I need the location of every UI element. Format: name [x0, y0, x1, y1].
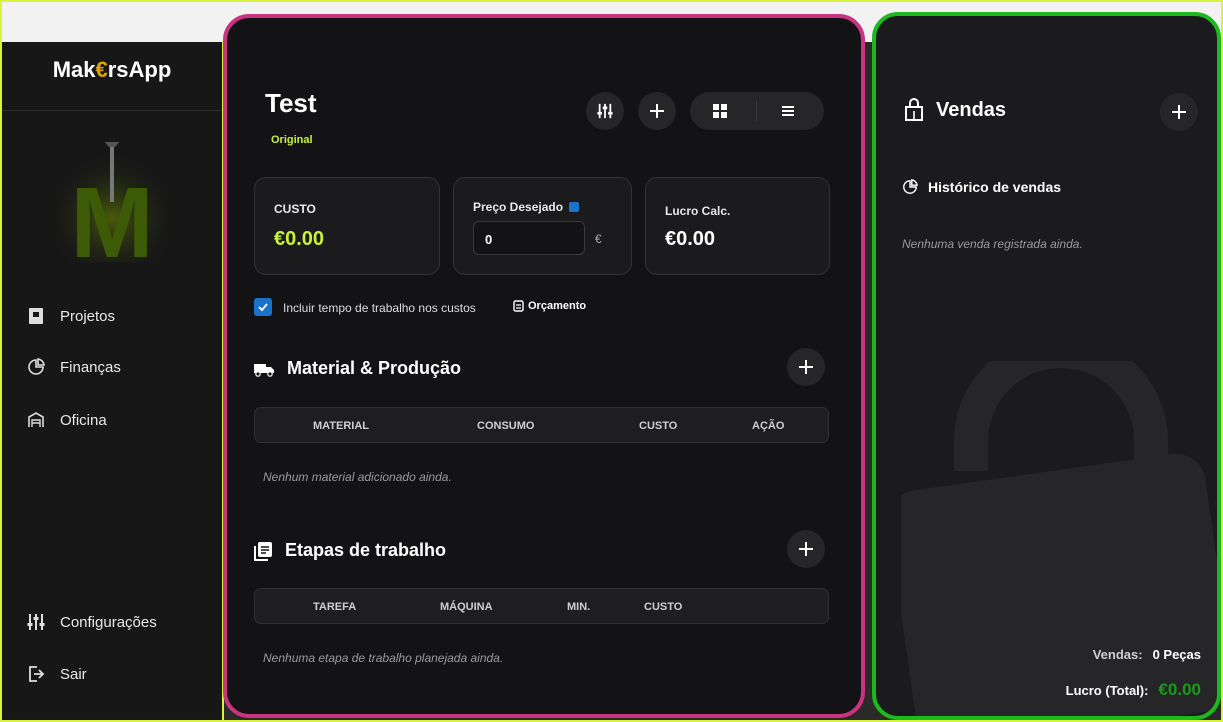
materials-empty-message: Nenhum material adicionado ainda.	[263, 470, 452, 484]
divider	[2, 110, 222, 111]
include-work-time-checkbox[interactable]	[254, 298, 272, 316]
profit-label: Lucro Calc.	[665, 204, 731, 218]
logo-part: Mak	[52, 57, 96, 82]
logout-icon	[26, 664, 46, 684]
column-header: MATERIAL	[313, 420, 370, 432]
column-header: CUSTO	[644, 601, 683, 613]
add-material-button[interactable]	[787, 348, 825, 386]
sales-count-label: Vendas:	[1092, 647, 1143, 662]
column-header: CONSUMO	[477, 420, 535, 432]
view-toggle	[690, 92, 824, 130]
materials-section-title: Material & Produção	[253, 358, 461, 379]
truck-icon	[254, 363, 274, 377]
sales-history-row: Histórico de vendas	[902, 179, 1061, 195]
sidebar-item-configuracoes[interactable]: Configurações	[2, 604, 222, 640]
sidebar-item-financas[interactable]: Finanças	[2, 349, 222, 385]
column-header: TAREFA	[313, 601, 357, 613]
divider	[756, 101, 757, 121]
shopping-bag-watermark-icon	[901, 361, 1217, 716]
sidebar-item-label: Projetos	[60, 307, 116, 325]
total-profit-value: €0.00	[1158, 680, 1201, 699]
sidebar-item-label: Finanças	[60, 358, 121, 376]
sales-count: Vendas: 0 Peças	[1093, 647, 1201, 662]
svg-text:M: M	[70, 167, 153, 262]
add-step-button[interactable]	[787, 530, 825, 568]
price-label: Preço Desejado	[473, 200, 564, 214]
book-icon	[26, 306, 46, 326]
sidebar-item-label: Configurações	[60, 613, 157, 631]
cost-label: CUSTO	[274, 202, 316, 216]
grid-view-button[interactable]	[712, 103, 728, 124]
sales-panel: Vendas Histórico de vendas Nenhuma venda…	[872, 12, 1221, 720]
maker-logo-graphic: M	[57, 142, 167, 262]
price-input[interactable]: 0	[473, 221, 585, 255]
add-sale-button[interactable]	[1160, 93, 1198, 131]
currency-symbol: €	[595, 232, 602, 246]
app-logo: Mak€rsApp	[2, 57, 222, 83]
project-panel: Test Original CUSTO €0.00 Preço Desejado	[223, 14, 865, 718]
materials-table-header: MATERIAL CONSUMO CUSTO AÇÃO	[254, 407, 829, 443]
grid-icon	[713, 104, 727, 118]
total-profit-label: Lucro (Total):	[1065, 683, 1149, 698]
cost-value: €0.00	[274, 228, 325, 250]
add-project-button[interactable]	[638, 92, 676, 130]
sidebar-item-oficina[interactable]: Oficina	[2, 402, 222, 438]
steps-empty-message: Nenhuma etapa de trabalho planejada aind…	[263, 651, 504, 665]
project-title: Test	[265, 88, 317, 118]
sidebar-item-projetos[interactable]: Projetos	[2, 298, 222, 334]
list-icon	[782, 106, 794, 116]
profit-value: €0.00	[665, 228, 716, 250]
steps-table-header: TAREFA MÁQUINA MIN. CUSTO	[254, 588, 829, 624]
profit-card: Lucro Calc. €0.00	[645, 177, 830, 275]
shopping-bag-icon	[905, 98, 923, 121]
info-icon[interactable]	[569, 202, 580, 212]
quote-button[interactable]: Orçamento	[513, 300, 586, 312]
sales-history-title: Histórico de vendas	[928, 179, 1062, 195]
logo-euro: €	[95, 57, 108, 82]
sales-title-row: Vendas	[902, 98, 1006, 122]
price-label-row: Preço Desejado	[473, 200, 580, 214]
logo-part: rsApp	[107, 57, 172, 82]
column-header: MIN.	[567, 601, 591, 613]
pie-chart-icon	[26, 357, 46, 377]
include-work-time-label: Incluir tempo de trabalho nos custos	[283, 301, 476, 315]
materials-title: Material & Produção	[287, 358, 462, 378]
project-subtitle: Original	[271, 134, 313, 146]
sales-title: Vendas	[936, 98, 1007, 121]
sidebar-item-sair[interactable]: Sair	[2, 656, 222, 692]
column-header: CUSTO	[639, 420, 678, 432]
sidebar-item-label: Sair	[60, 665, 87, 683]
plus-icon	[799, 542, 813, 556]
checkmark-icon	[258, 303, 268, 312]
pie-chart-icon	[903, 179, 918, 194]
sales-empty-message: Nenhuma venda registrada ainda.	[902, 237, 1083, 251]
sliders-icon	[26, 612, 46, 632]
plus-icon	[1172, 105, 1186, 119]
sidebar-item-label: Oficina	[60, 411, 107, 429]
clipboard-list-icon	[254, 541, 272, 561]
cost-card: CUSTO €0.00	[254, 177, 440, 275]
settings-button[interactable]	[586, 92, 624, 130]
document-icon	[513, 300, 524, 312]
sales-count-value: 0 Peças	[1152, 647, 1201, 662]
total-profit: Lucro (Total): €0.00	[1066, 680, 1201, 700]
warehouse-icon	[26, 410, 46, 430]
plus-icon	[799, 360, 813, 374]
steps-title: Etapas de trabalho	[285, 540, 447, 560]
column-header: MÁQUINA	[440, 601, 493, 613]
column-header: AÇÃO	[752, 420, 785, 432]
list-view-button[interactable]	[780, 103, 796, 124]
price-input-value: 0	[485, 232, 493, 247]
quote-label: Orçamento	[528, 300, 587, 312]
sliders-icon	[597, 103, 613, 119]
sidebar: Mak€rsApp M Projetos Finanças Oficina Co…	[2, 42, 224, 720]
plus-icon	[650, 104, 664, 118]
price-card: Preço Desejado 0 €	[453, 177, 632, 275]
steps-section-title: Etapas de trabalho	[253, 540, 446, 561]
